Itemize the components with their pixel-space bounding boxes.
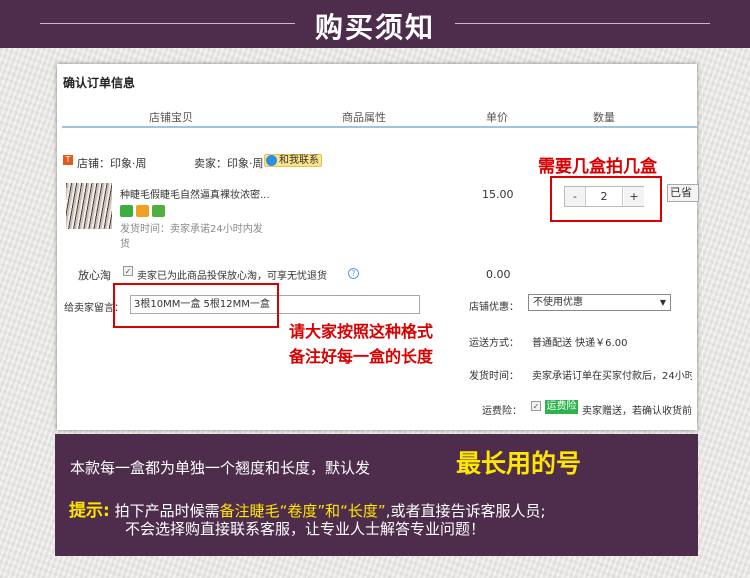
discount-selected: 不使用优惠 — [533, 297, 583, 308]
guarantee-icon — [152, 205, 165, 217]
help-icon[interactable]: ? — [348, 268, 359, 279]
discount-label: 店铺优惠： — [469, 302, 519, 313]
page-title: 购买须知 — [314, 11, 435, 44]
ship-time-label: 发货时间： — [469, 371, 519, 382]
col-attrs: 商品属性 — [342, 111, 386, 124]
ship-time-note-cont: 货 — [120, 239, 130, 250]
ship-time-value: 卖家承诺订单在买家付款后，24小时 — [532, 371, 692, 382]
credit-card-icon — [136, 205, 149, 217]
saved-amount-button[interactable]: 已省 — [667, 184, 699, 202]
table-header: 店铺宝贝 商品属性 单价 数量 — [62, 102, 697, 128]
purchase-notice: 本款每一盒都为单独一个翘度和长度，默认发 最长用的号 提示: 拍下产品时候需备注… — [55, 434, 698, 556]
insurance-label: 运费险： — [482, 406, 522, 417]
notice-line-1: 本款每一盒都为单独一个翘度和长度，默认发 — [70, 459, 371, 477]
message-highlight-box — [113, 283, 279, 328]
notice-line-3: 不会选择购直接联系客服，让专业人士解答专业问题！ — [125, 520, 486, 538]
format-annotation-2: 备注好每一盒的长度 — [289, 347, 434, 366]
wangwang-icon — [266, 155, 277, 166]
col-item: 店铺宝贝 — [149, 111, 193, 124]
dropdown-arrow-icon: ▼ — [659, 298, 666, 307]
order-header: 确认订单信息 — [63, 76, 136, 90]
delivery-value: 普通配送 快递￥6.00 — [532, 338, 628, 349]
unit-price: 15.00 — [482, 188, 514, 201]
assure-checkbox[interactable]: ✓ — [123, 266, 133, 276]
tip-label: 提示: — [69, 501, 110, 521]
delivery-label: 运送方式： — [469, 338, 519, 349]
discount-select[interactable]: 不使用优惠 ▼ — [528, 294, 671, 311]
seller-name: 卖家：印象·周 — [194, 157, 264, 170]
col-qty: 数量 — [593, 111, 615, 124]
banner: 购买须知 — [0, 0, 750, 48]
col-price: 单价 — [486, 111, 508, 124]
assure-text: 卖家已为此商品投保放心淘，可享无忧退货 — [137, 271, 327, 282]
order-screenshot-panel: 确认订单信息 店铺宝贝 商品属性 单价 数量 T 店铺：印象·周 卖家：印象·周… — [57, 64, 699, 430]
format-annotation-1: 请大家按照这种格式 — [289, 322, 434, 341]
insurance-checkbox[interactable]: ✓ — [531, 401, 541, 411]
qty-highlight-box — [550, 176, 662, 222]
ship-time-note: 发货时间：卖家承诺24小时内发 — [120, 224, 263, 235]
product-title[interactable]: 种睫毛假睫毛自然逼真裸妆浓密... — [120, 186, 270, 201]
insurance-value: 卖家赠送，若确认收货前 — [582, 406, 692, 417]
contact-label: 和我联系 — [279, 155, 319, 166]
notice-highlight: 最长用的号 — [456, 449, 582, 478]
seven-day-return-icon — [120, 205, 133, 217]
product-thumbnail[interactable] — [66, 183, 112, 229]
contact-seller-button[interactable]: 和我联系 — [264, 154, 322, 167]
insurance-tag: 运费险 — [545, 400, 578, 414]
tmall-shop-icon: T — [63, 155, 73, 165]
shop-name[interactable]: 店铺：印象·周 — [77, 155, 147, 171]
assure-price: 0.00 — [486, 268, 511, 281]
qty-annotation: 需要几盒拍几盒 — [538, 157, 657, 177]
assure-label: 放心淘 — [78, 269, 111, 282]
